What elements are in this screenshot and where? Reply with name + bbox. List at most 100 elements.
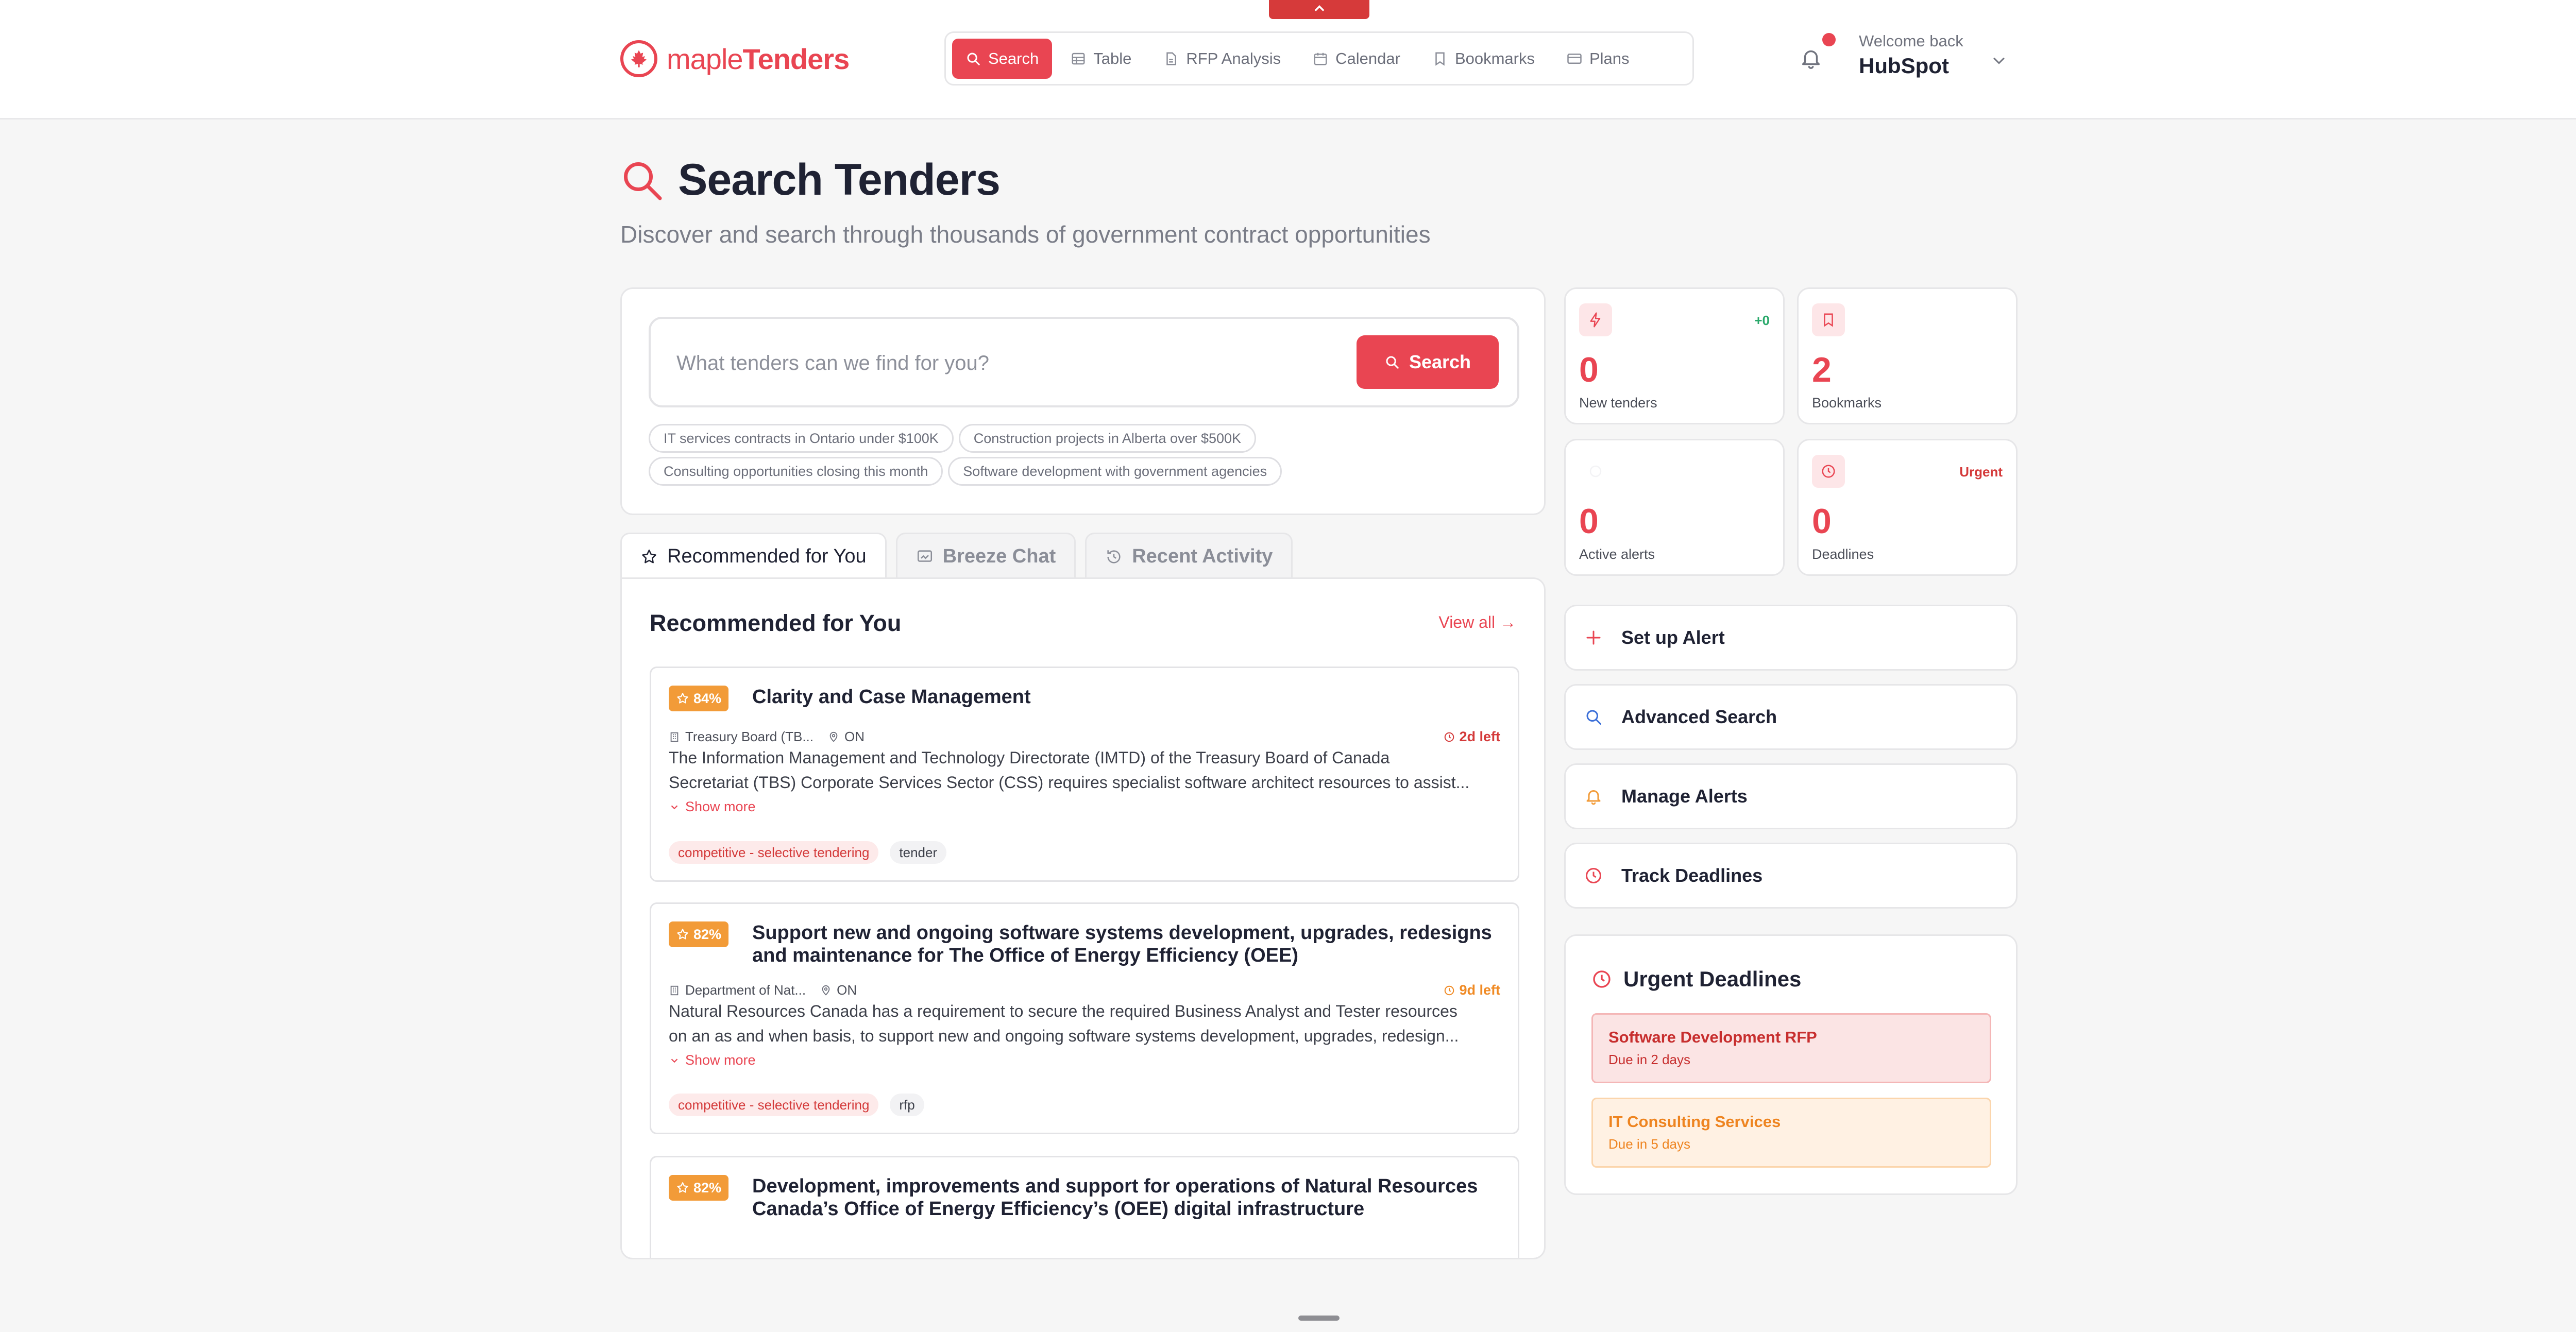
- suggestion-chip[interactable]: IT services contracts in Ontario under $…: [649, 424, 954, 453]
- urgent-deadline-item[interactable]: IT Consulting Services Due in 5 days: [1591, 1098, 1991, 1168]
- view-all-link[interactable]: View all →: [1438, 613, 1516, 632]
- tender-tags: competitive - selective tendering rfp: [669, 1094, 924, 1116]
- urgent-deadlines-panel: Urgent Deadlines Software Development RF…: [1564, 934, 2018, 1195]
- tender-card[interactable]: 84% Clarity and Case Management Treasury…: [650, 667, 1519, 882]
- search-card: Search IT services contracts in Ontario …: [620, 287, 1546, 515]
- nav-item-rfp-analysis[interactable]: RFP Analysis: [1150, 39, 1294, 79]
- bell-icon: [1586, 790, 1601, 805]
- nav-item-plans[interactable]: Plans: [1553, 39, 1643, 79]
- clock-icon: [1445, 985, 1454, 995]
- match-score-badge: 84%: [669, 686, 729, 711]
- calendar-icon: [1314, 53, 1327, 65]
- tender-organization: Department of Nat...: [685, 982, 806, 998]
- tender-card[interactable]: 82% Support new and ongoing software sys…: [650, 902, 1519, 1134]
- tender-card[interactable]: 82% Development, improvements and suppor…: [650, 1156, 1519, 1258]
- search-box: Search: [649, 317, 1519, 407]
- show-more-link[interactable]: Show more: [669, 799, 756, 815]
- clock-icon: [1593, 970, 1611, 988]
- action-label: Set up Alert: [1621, 627, 1725, 648]
- nav-item-bookmarks[interactable]: Bookmarks: [1419, 39, 1548, 79]
- tender-title[interactable]: Clarity and Case Management: [752, 686, 1494, 708]
- stat-label: Bookmarks: [1812, 395, 1882, 411]
- set-up-alert-button[interactable]: Set up Alert: [1564, 605, 2018, 671]
- chevron-down-icon[interactable]: [1990, 52, 2008, 70]
- search-input[interactable]: [676, 348, 1320, 379]
- urgent-deadlines-heading: Urgent Deadlines: [1591, 967, 1801, 992]
- tender-province: ON: [837, 982, 857, 998]
- notice-type-tag: rfp: [890, 1094, 924, 1116]
- nav-item-table[interactable]: Table: [1057, 39, 1145, 79]
- account-menu[interactable]: Welcome back HubSpot: [1859, 32, 1963, 78]
- tender-title[interactable]: Support new and ongoing software systems…: [752, 921, 1494, 967]
- tab-recommended[interactable]: Recommended for You: [620, 533, 887, 579]
- clock-icon: [1586, 868, 1601, 883]
- nav-item-label: Bookmarks: [1454, 49, 1535, 67]
- suggestion-chip[interactable]: Consulting opportunities closing this mo…: [649, 457, 943, 486]
- nav-item-label: Search: [988, 49, 1039, 67]
- deadline-title: Software Development RFP: [1608, 1028, 1817, 1046]
- action-label: Manage Alerts: [1621, 785, 1748, 807]
- table-icon: [1072, 53, 1085, 64]
- tender-description: Natural Resources Canada has a requireme…: [669, 1002, 1459, 1045]
- welcome-label: Welcome back: [1859, 32, 1963, 50]
- search-icon: [1586, 710, 1601, 725]
- tender-tags: competitive - selective tendering tender: [669, 841, 947, 864]
- track-deadlines-button[interactable]: Track Deadlines: [1564, 843, 2018, 909]
- page-subtitle: Discover and search through thousands of…: [620, 221, 1431, 248]
- stat-bookmarks[interactable]: 2 Bookmarks: [1797, 287, 2018, 424]
- building-icon: [670, 732, 679, 742]
- tender-meta: Treasury Board (TB... ON: [669, 729, 865, 745]
- chevron-down-icon: [671, 1058, 678, 1063]
- nav-item-calendar[interactable]: Calendar: [1299, 39, 1414, 79]
- tab-recent-activity[interactable]: Recent Activity: [1085, 533, 1293, 579]
- search-icon: [967, 53, 980, 65]
- home-indicator[interactable]: [1298, 1316, 1340, 1321]
- stat-label: Deadlines: [1812, 547, 1874, 562]
- nav-item-search[interactable]: Search: [952, 38, 1053, 79]
- tab-label: Recommended for You: [667, 545, 867, 567]
- star-icon: [677, 929, 688, 940]
- urgent-deadline-item[interactable]: Software Development RFP Due in 2 days: [1591, 1013, 1991, 1083]
- show-more-link[interactable]: Show more: [669, 1052, 756, 1068]
- deadline-title: IT Consulting Services: [1608, 1113, 1781, 1131]
- notice-type-tag: tender: [890, 841, 947, 864]
- clock-icon: [1812, 455, 1845, 488]
- brand-name: mapleTenders: [667, 42, 850, 75]
- tender-title[interactable]: Development, improvements and support fo…: [752, 1175, 1494, 1220]
- content-tabs: Recommended for You Breeze Chat Recent A…: [620, 533, 1293, 579]
- star-icon: [677, 693, 688, 704]
- search-button-label: Search: [1409, 351, 1471, 372]
- search-icon: [624, 162, 662, 200]
- nav-item-label: Table: [1093, 49, 1132, 67]
- time-left-badge: 2d left: [1444, 729, 1500, 745]
- suggestion-chip[interactable]: Construction projects in Alberta over $5…: [958, 424, 1257, 453]
- stat-value: 0: [1579, 502, 1599, 541]
- chevron-up-icon: [1315, 5, 1324, 11]
- manage-alerts-button[interactable]: Manage Alerts: [1564, 763, 2018, 829]
- bell-icon: [1579, 455, 1612, 488]
- search-button[interactable]: Search: [1357, 335, 1499, 389]
- stat-label: Active alerts: [1579, 547, 1655, 562]
- suggestion-chip[interactable]: Software development with government age…: [948, 457, 1282, 486]
- top-handle[interactable]: [1269, 0, 1369, 19]
- deadline-due: Due in 5 days: [1608, 1136, 1690, 1152]
- brand-logo[interactable]: mapleTenders: [620, 40, 850, 77]
- stat-value: 0: [1579, 350, 1599, 389]
- stat-new-tenders[interactable]: +0 0 New tenders: [1564, 287, 1785, 424]
- stat-label: New tenders: [1579, 395, 1657, 411]
- notifications-bell-icon[interactable]: [1799, 45, 1823, 71]
- tender-province: ON: [844, 729, 865, 744]
- search-suggestions: IT services contracts in Ontario under $…: [649, 424, 1519, 486]
- top-bar: mapleTenders Search Table RFP Analysis C…: [0, 0, 2576, 119]
- tab-breeze-chat[interactable]: Breeze Chat: [895, 533, 1076, 579]
- main-nav: Search Table RFP Analysis Calendar Bookm…: [944, 31, 1694, 86]
- section-heading: Recommended for You: [650, 610, 902, 636]
- stat-deadlines[interactable]: Urgent 0 Deadlines: [1797, 439, 2018, 576]
- bookmark-icon: [1435, 52, 1445, 66]
- history-icon: [1107, 550, 1121, 563]
- tender-description: The Information Management and Technolog…: [669, 748, 1470, 792]
- notification-dot: [1822, 33, 1836, 46]
- chevron-down-icon: [671, 805, 678, 809]
- stat-active-alerts[interactable]: 0 Active alerts: [1564, 439, 1785, 576]
- advanced-search-button[interactable]: Advanced Search: [1564, 684, 2018, 750]
